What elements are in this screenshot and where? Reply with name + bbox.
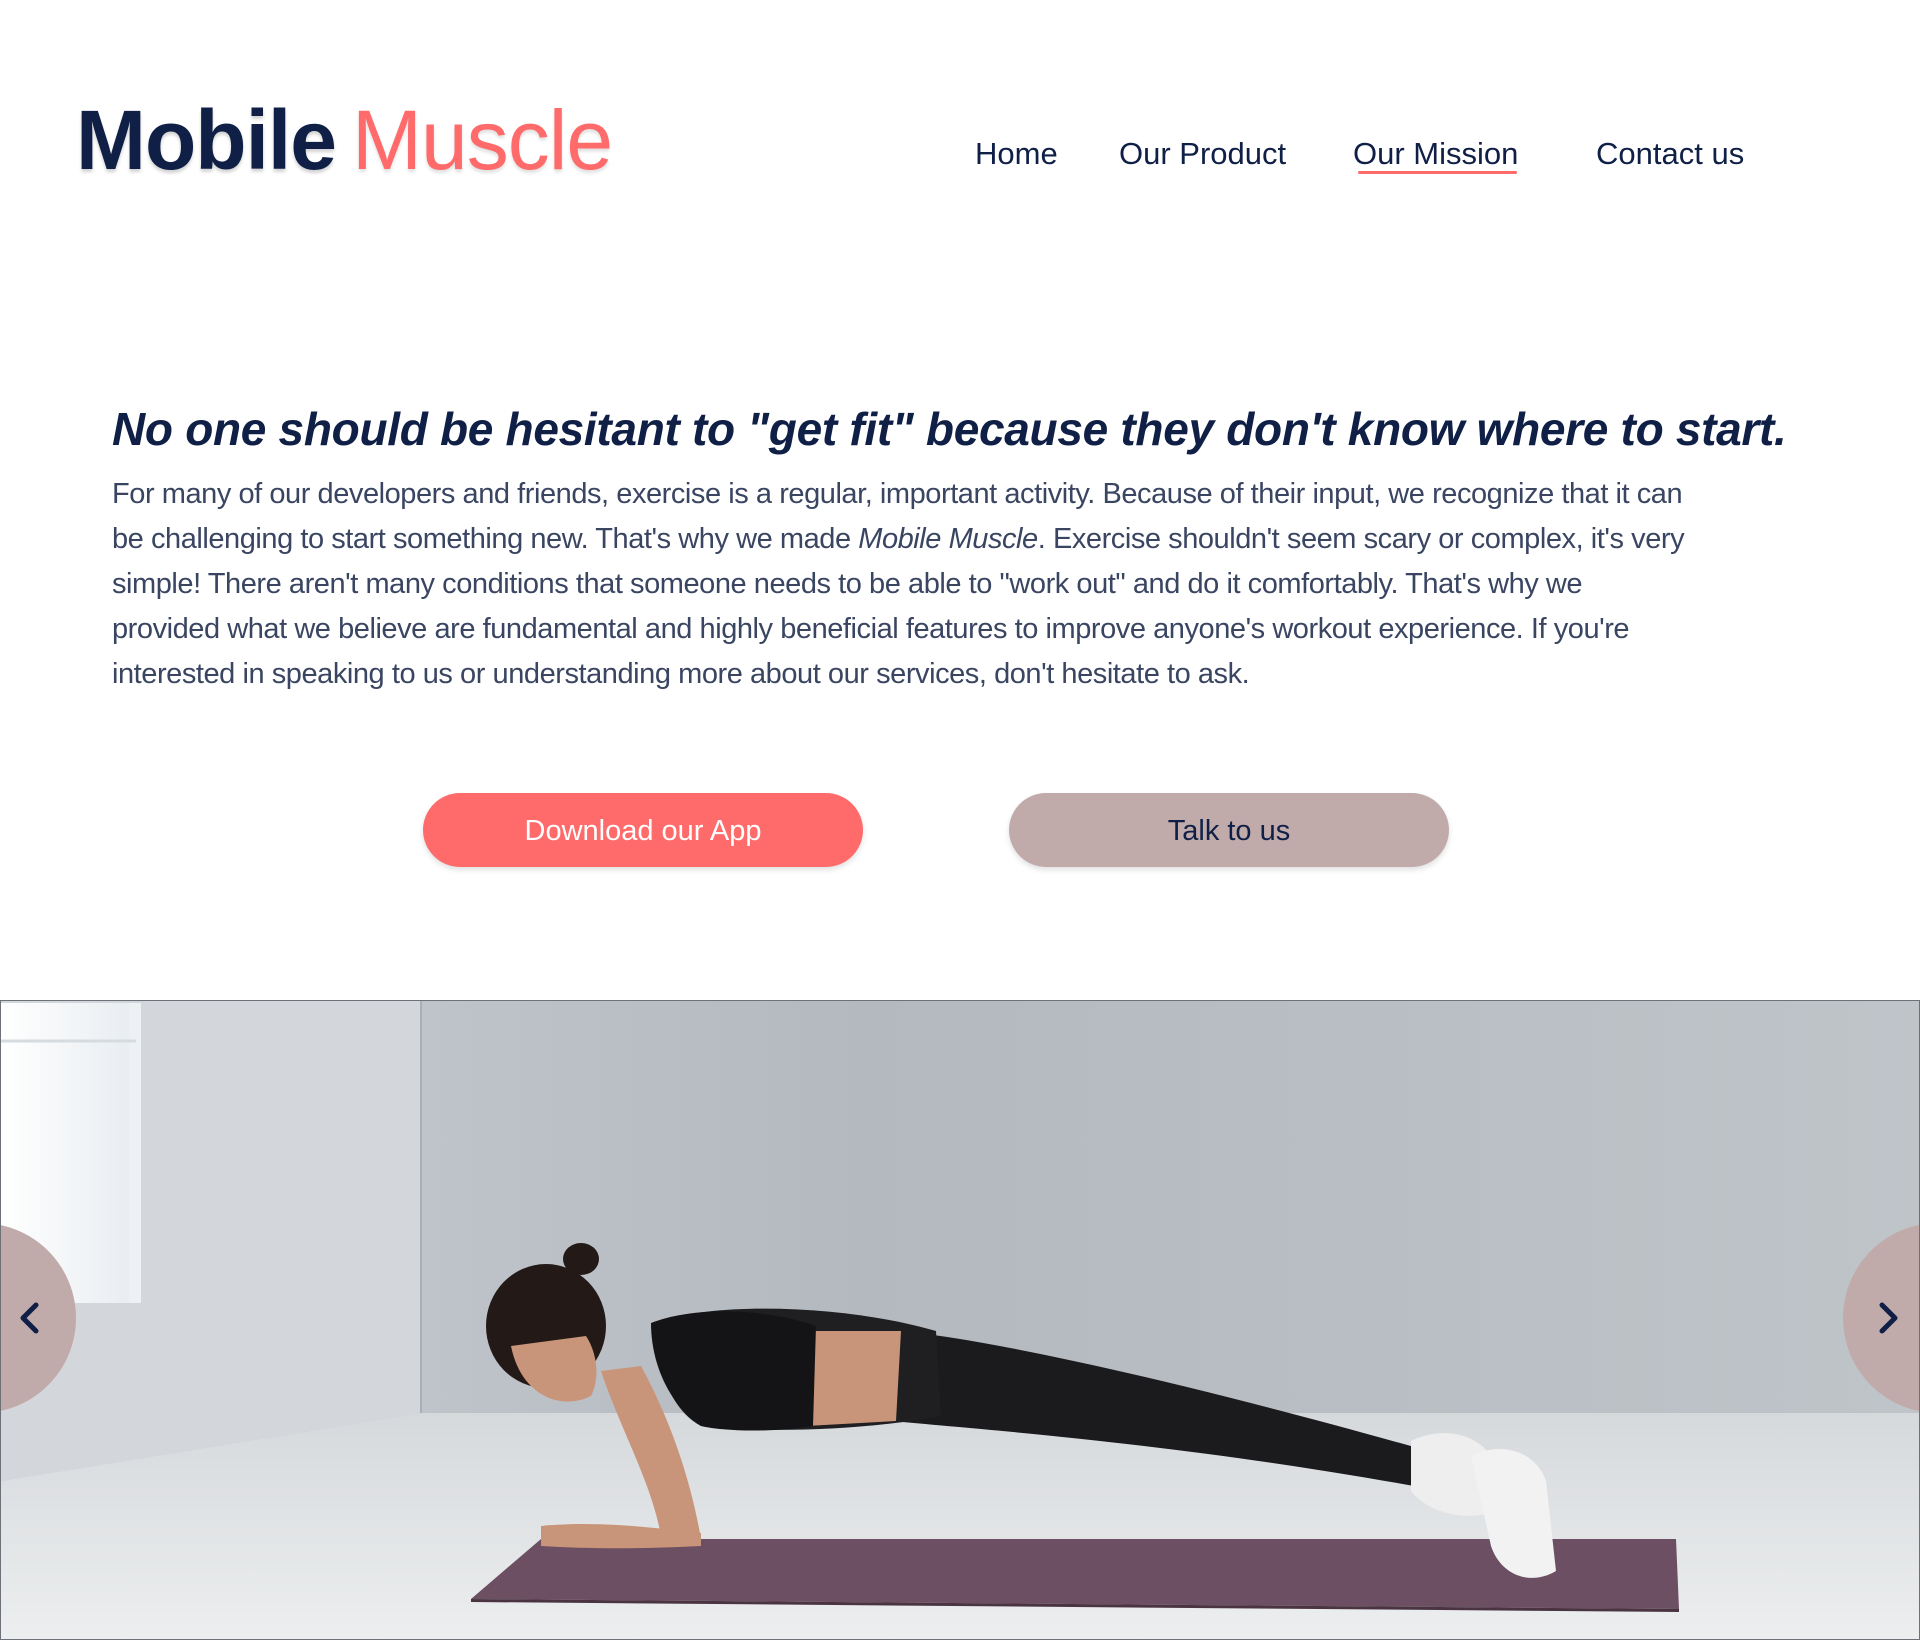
main-nav: Home Our Product Our Mission Contact us <box>0 134 1920 174</box>
paragraph-line: be challenging to start something new. T… <box>112 517 1712 562</box>
chevron-left-icon <box>20 1302 39 1334</box>
nav-our-mission-link[interactable]: Our Mission <box>1353 134 1518 174</box>
nav-contact-us-link[interactable]: Contact us <box>1596 134 1744 174</box>
paragraph-line: simple! There aren't many conditions tha… <box>112 568 1583 600</box>
paragraph-text: be challenging to start something new. T… <box>112 523 859 555</box>
image-carousel <box>0 1000 1920 1640</box>
download-app-button[interactable]: Download our App <box>423 793 863 867</box>
talk-to-us-button[interactable]: Talk to us <box>1009 793 1449 867</box>
paragraph-line: provided what we believe are fundamental… <box>112 613 1630 645</box>
mission-paragraph: For many of our developers and friends, … <box>112 472 1712 697</box>
product-name-emphasis: Mobile Muscle <box>858 523 1038 555</box>
site-header: Mobile Muscle Home Our Product Our Missio… <box>0 0 1920 290</box>
nav-our-product-link[interactable]: Our Product <box>1119 134 1286 174</box>
mission-headline: No one should be hesitant to "get fit" b… <box>112 402 1787 455</box>
paragraph-line: interested in speaking to us or understa… <box>112 658 1250 690</box>
active-nav-underline <box>1358 171 1517 174</box>
chevron-right-icon <box>1879 1302 1898 1334</box>
paragraph-text: . Exercise shouldn't seem scary or compl… <box>1037 523 1685 555</box>
carousel-photo-plank-workout <box>1 1001 1919 1639</box>
paragraph-line: For many of our developers and friends, … <box>112 478 1683 510</box>
nav-home-link[interactable]: Home <box>975 134 1058 174</box>
